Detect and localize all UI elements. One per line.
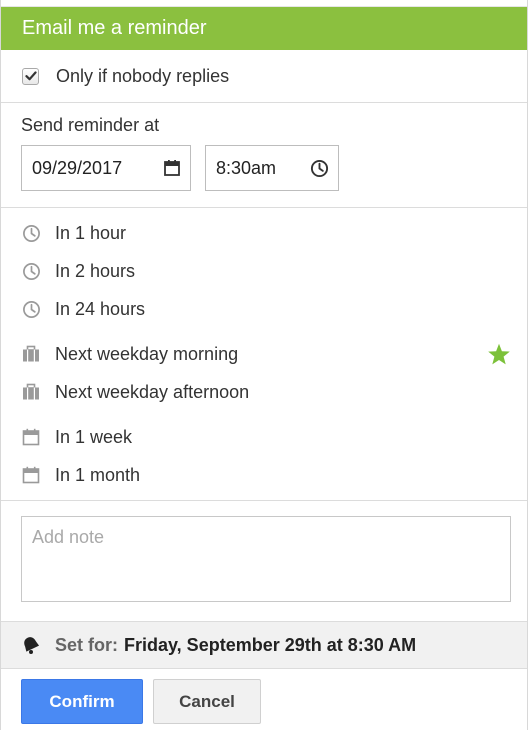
option-label: In 24 hours xyxy=(55,298,146,319)
option-label: Next weekday morning xyxy=(55,343,239,364)
set-for-label: Set for: xyxy=(55,634,118,655)
cancel-button[interactable]: Cancel xyxy=(153,679,261,724)
option-label: In 2 hours xyxy=(55,260,136,281)
option-in-24-hours[interactable]: In 24 hours xyxy=(1,290,527,328)
send-at-section: Send reminder at 09/29/2017 8:30am xyxy=(1,103,527,208)
set-for-value: Friday, September 29th at 8:30 AM xyxy=(124,634,417,655)
option-label: In 1 week xyxy=(55,426,133,447)
briefcase-icon xyxy=(21,382,41,402)
clock-icon xyxy=(21,299,41,319)
option-label: In 1 month xyxy=(55,464,141,485)
time-value: 8:30am xyxy=(216,157,277,178)
option-in-2-hours[interactable]: In 2 hours xyxy=(1,252,527,290)
briefcase-icon xyxy=(21,344,41,364)
star-icon[interactable] xyxy=(487,343,511,371)
option-label: Next weekday afternoon xyxy=(55,381,250,402)
add-note-textarea[interactable] xyxy=(21,516,511,602)
clock-icon xyxy=(21,261,41,281)
bell-icon xyxy=(24,637,40,654)
option-in-1-week[interactable]: In 1 week xyxy=(1,418,527,456)
nobody-replies-checkbox[interactable] xyxy=(22,67,39,85)
checkmark-icon xyxy=(24,71,37,81)
nobody-replies-row[interactable]: Only if nobody replies xyxy=(1,50,527,102)
confirm-button[interactable]: Confirm xyxy=(21,679,143,724)
quick-options-list: In 1 hour In 2 hours In 24 hours Next we… xyxy=(1,208,527,501)
option-next-weekday-afternoon[interactable]: Next weekday afternoon xyxy=(1,373,527,411)
date-input[interactable]: 09/29/2017 xyxy=(21,145,191,191)
top-border xyxy=(1,0,527,7)
note-section xyxy=(1,501,527,621)
time-input[interactable]: 8:30am xyxy=(205,145,339,191)
option-in-1-hour[interactable]: In 1 hour xyxy=(1,214,527,252)
calendar-icon xyxy=(21,465,41,485)
panel-header: Email me a reminder xyxy=(1,7,527,50)
option-next-weekday-morning[interactable]: Next weekday morning xyxy=(1,335,527,373)
send-at-label: Send reminder at xyxy=(21,115,160,135)
calendar-icon[interactable] xyxy=(163,159,181,177)
set-for-summary: Set for: Friday, September 29th at 8:30 … xyxy=(1,621,527,669)
clock-icon xyxy=(21,223,41,243)
clock-icon[interactable] xyxy=(310,159,329,178)
option-in-1-month[interactable]: In 1 month xyxy=(1,456,527,494)
nobody-replies-label: Only if nobody replies xyxy=(56,65,230,86)
date-value: 09/29/2017 xyxy=(32,157,123,178)
reminder-panel: Email me a reminder Only if nobody repli… xyxy=(0,0,528,730)
action-bar: Confirm Cancel xyxy=(1,669,527,724)
calendar-icon xyxy=(21,427,41,447)
option-label: In 1 hour xyxy=(55,222,127,243)
panel-title: Email me a reminder xyxy=(22,17,207,39)
